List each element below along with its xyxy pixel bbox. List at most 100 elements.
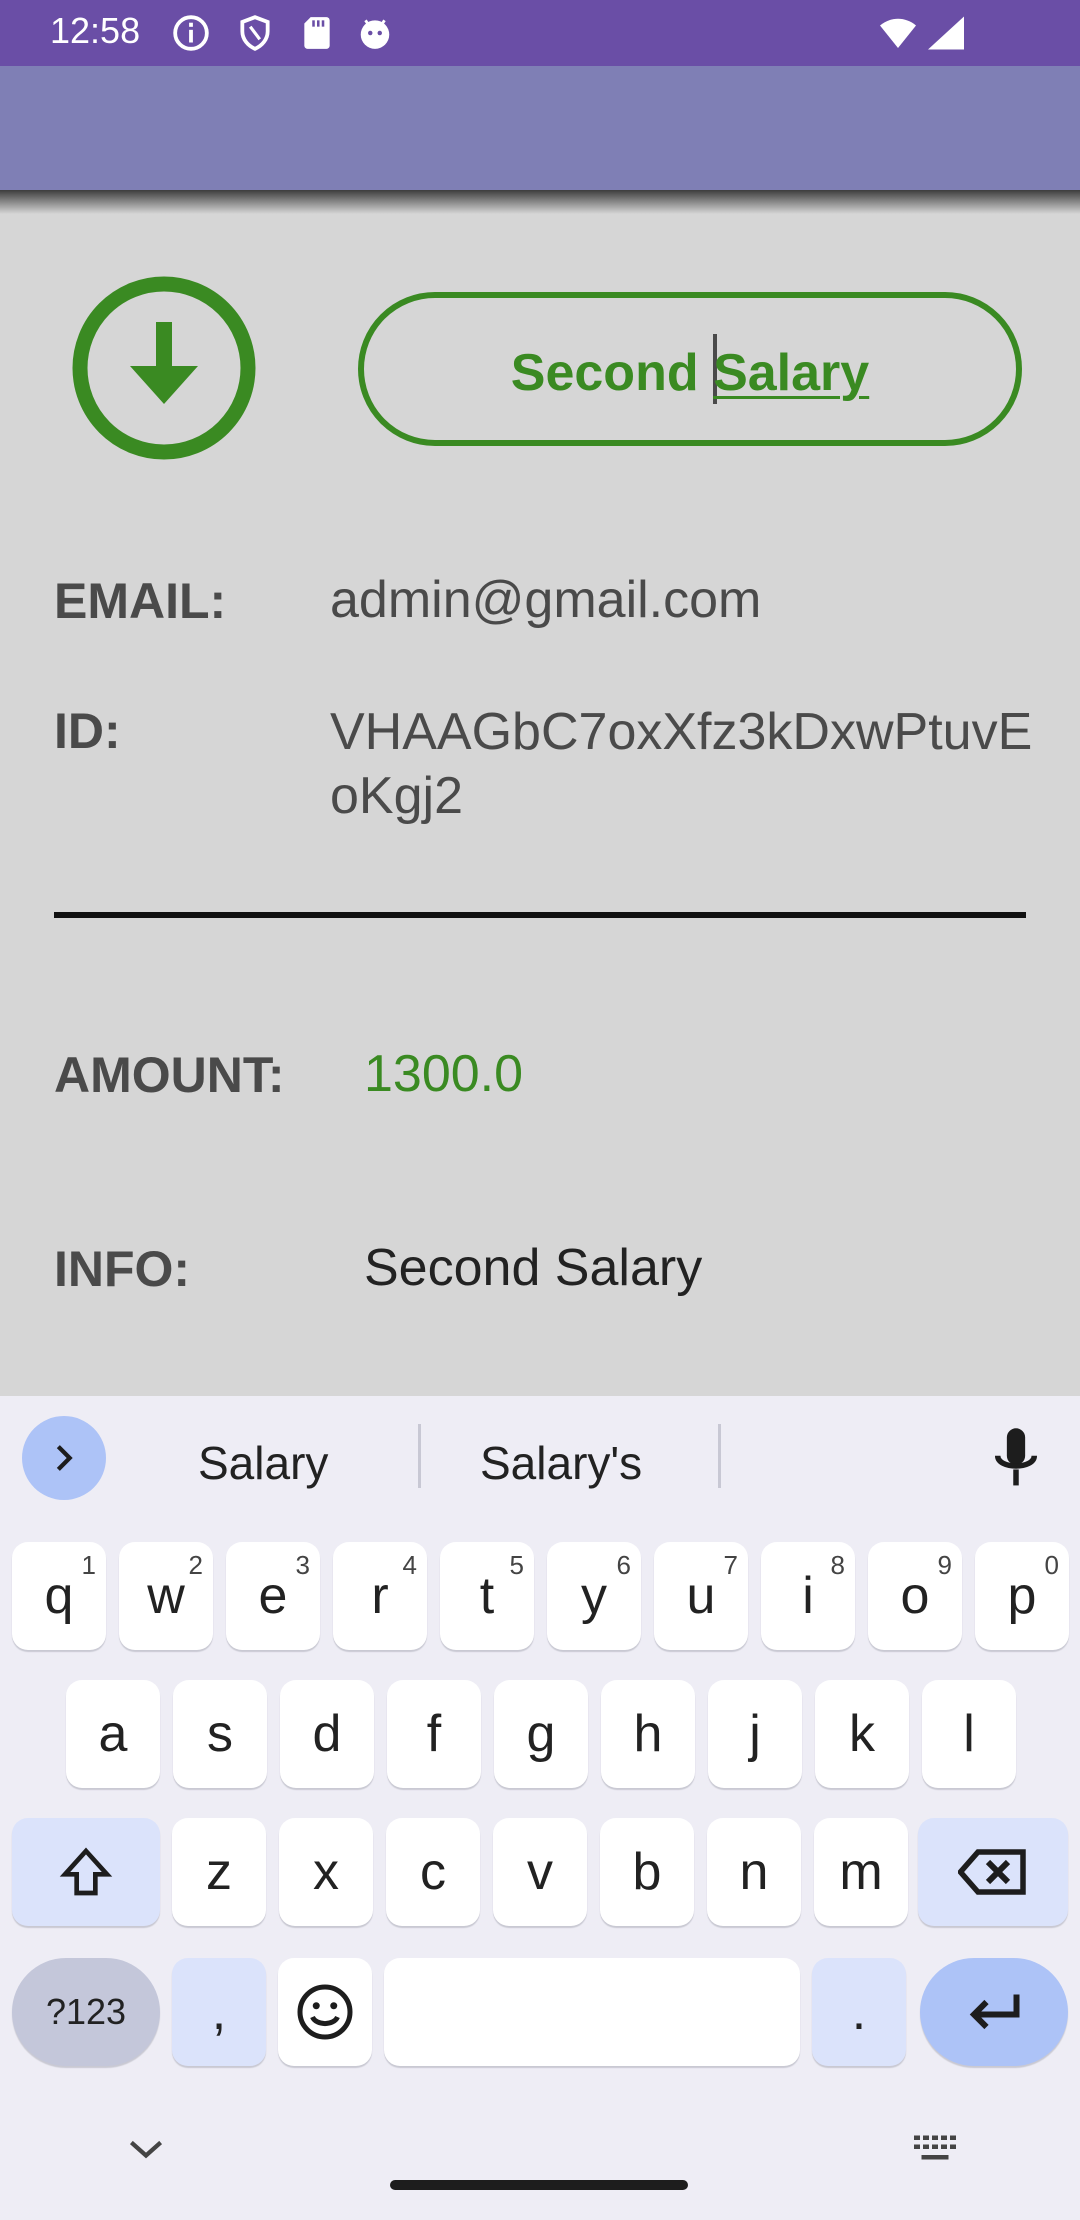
suggestion-2[interactable]: Salary's <box>480 1436 642 1490</box>
key-y[interactable]: y6 <box>547 1542 641 1650</box>
keyboard-expand-button[interactable] <box>22 1416 106 1500</box>
arrow-down-circle-icon[interactable] <box>72 276 256 460</box>
suggestion-separator <box>418 1424 421 1488</box>
key-label: g <box>526 1705 556 1763</box>
divider <box>54 912 1026 918</box>
info-label: INFO: <box>54 1241 191 1297</box>
space-key[interactable] <box>384 1958 800 2066</box>
email-value: admin@gmail.com <box>330 571 762 629</box>
title-word-1: Second <box>510 344 699 402</box>
sd-card-icon <box>304 17 330 49</box>
key-label: e <box>258 1567 288 1625</box>
key-t[interactable]: t5 <box>440 1542 534 1650</box>
key-label: d <box>312 1705 342 1763</box>
key-m[interactable]: m <box>814 1818 908 1926</box>
key-q[interactable]: q1 <box>12 1542 106 1650</box>
key-o[interactable]: o9 <box>868 1542 962 1650</box>
key-number-hint: 0 <box>1044 1550 1059 1580</box>
key-label: q <box>44 1567 74 1625</box>
enter-key[interactable] <box>920 1958 1068 2066</box>
keyboard-switch-icon[interactable] <box>912 2134 958 2164</box>
key-label: m <box>839 1843 883 1901</box>
key-label: v <box>527 1843 553 1901</box>
key-j[interactable]: j <box>708 1680 802 1788</box>
keyboard: Salary Salary's ?123 , . q 1 w 2 e 3 r 4… <box>0 1396 1080 2220</box>
shield-icon <box>240 15 270 51</box>
suggestion-separator <box>718 1424 721 1488</box>
key-p[interactable]: p0 <box>975 1542 1069 1650</box>
home-indicator[interactable] <box>390 2180 688 2190</box>
title-text: Second Salary <box>511 334 869 404</box>
id-label: ID: <box>54 703 121 759</box>
key-f[interactable]: f <box>387 1680 481 1788</box>
key-z[interactable]: z <box>172 1818 266 1926</box>
key-label: n <box>739 1843 769 1901</box>
key-i[interactable]: i8 <box>761 1542 855 1650</box>
key-s[interactable]: s <box>173 1680 267 1788</box>
key-number-hint: 5 <box>509 1550 524 1580</box>
wifi-icon <box>880 18 916 48</box>
key-number-hint: 4 <box>402 1550 417 1580</box>
key-label: s <box>207 1705 233 1763</box>
key-number-hint: 6 <box>616 1550 631 1580</box>
chevron-right-icon <box>56 1445 73 1471</box>
key-label: i <box>802 1567 814 1625</box>
email-label: EMAIL: <box>54 573 227 629</box>
suggestion-1[interactable]: Salary <box>198 1436 328 1490</box>
key-number-hint: 2 <box>188 1550 203 1580</box>
key-label: y <box>581 1567 607 1625</box>
key-label: j <box>749 1705 761 1763</box>
amount-value: 1300.0 <box>364 1045 524 1103</box>
shift-icon <box>59 1847 113 1896</box>
key-c[interactable]: c <box>386 1818 480 1926</box>
shift-key[interactable] <box>12 1818 160 1926</box>
key-number-hint: 9 <box>937 1550 952 1580</box>
key-label: h <box>633 1705 663 1763</box>
key-number-hint: 3 <box>295 1550 310 1580</box>
key-label: r <box>371 1567 389 1625</box>
symbols-key[interactable]: ?123 <box>12 1958 160 2066</box>
key-label: c <box>420 1843 446 1901</box>
key-a[interactable]: a <box>66 1680 160 1788</box>
enter-icon <box>969 1994 1020 2030</box>
key-x[interactable]: x <box>279 1818 373 1926</box>
id-value: VHAAGbC7oxXfz3kDxwPtuvEoKgj2 <box>330 703 1033 825</box>
status-bar: 12:58 <box>0 0 1080 66</box>
backspace-key[interactable] <box>918 1818 1068 1926</box>
info-icon <box>173 15 209 51</box>
android-debug-icon <box>360 19 390 49</box>
status-time: 12:58 <box>50 10 141 51</box>
key-g[interactable]: g <box>494 1680 588 1788</box>
key-label: t <box>479 1567 495 1625</box>
key-e[interactable]: e3 <box>226 1542 320 1650</box>
key-w[interactable]: w2 <box>119 1542 213 1650</box>
key-label: z <box>206 1843 232 1901</box>
key-v[interactable]: v <box>493 1818 587 1926</box>
key-b[interactable]: b <box>600 1818 694 1926</box>
key-label: f <box>426 1705 442 1763</box>
microphone-icon[interactable] <box>988 1426 1044 1490</box>
comma-key[interactable]: , <box>172 1958 266 2066</box>
key-d[interactable]: d <box>280 1680 374 1788</box>
title-word-2: Salary <box>713 344 870 402</box>
emoji-key[interactable] <box>278 1958 372 2066</box>
key-label: l <box>963 1705 975 1763</box>
key-n[interactable]: n <box>707 1818 801 1926</box>
signal-icon <box>928 16 964 50</box>
key-number-hint: 1 <box>81 1550 96 1580</box>
hide-keyboard-chevron-icon[interactable] <box>126 2136 166 2162</box>
key-h[interactable]: h <box>601 1680 695 1788</box>
amount-label: AMOUNT: <box>54 1047 285 1103</box>
period-key[interactable]: . <box>812 1958 906 2066</box>
key-l[interactable]: l <box>922 1680 1016 1788</box>
key-number-hint: 7 <box>723 1550 738 1580</box>
app-bar-shadow <box>0 190 1080 214</box>
key-label: k <box>849 1705 875 1763</box>
title-input[interactable]: Second Salary <box>358 292 1022 446</box>
key-u[interactable]: u7 <box>654 1542 748 1650</box>
emoji-icon <box>297 1984 353 2040</box>
key-k[interactable]: k <box>815 1680 909 1788</box>
key-r[interactable]: r4 <box>333 1542 427 1650</box>
key-label: w <box>147 1567 185 1625</box>
key-label: x <box>313 1843 339 1901</box>
